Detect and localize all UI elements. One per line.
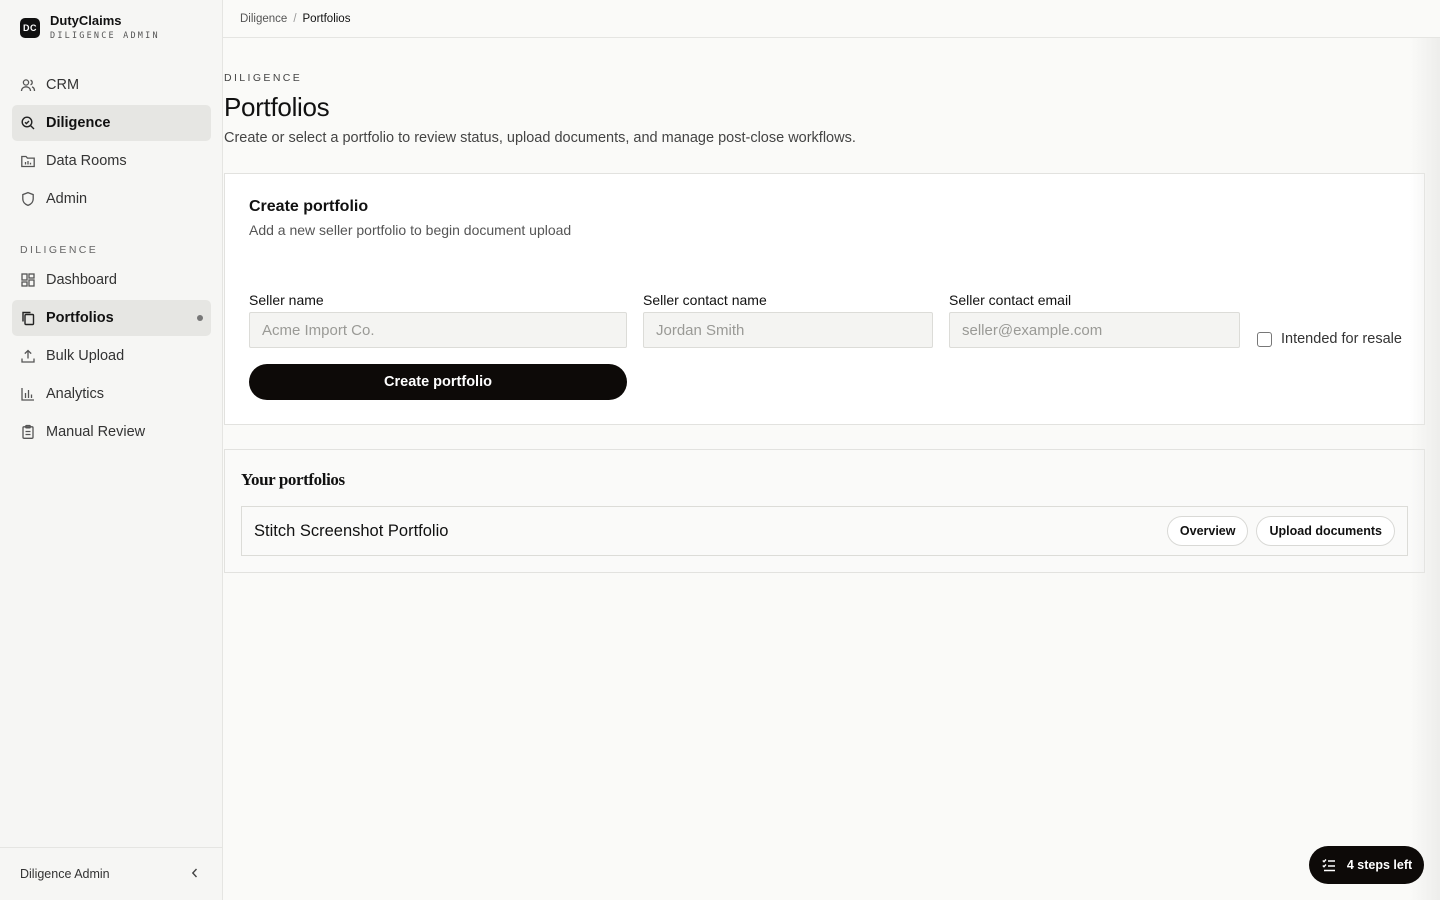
list-item: Stitch Screenshot Portfolio Overview Upl… xyxy=(241,506,1408,556)
sidebar-item-label: Manual Review xyxy=(46,424,146,440)
clipboard-icon xyxy=(20,424,36,440)
seller-contact-email-input[interactable] xyxy=(949,312,1240,348)
breadcrumb-parent-link[interactable]: Diligence xyxy=(240,13,287,25)
steps-left-button[interactable]: 4 steps left xyxy=(1309,846,1424,884)
seller-contact-email-field: Seller contact email xyxy=(949,292,1240,348)
brand[interactable]: DC DutyClaims DILIGENCE ADMIN xyxy=(20,14,160,41)
sidebar-item-data-rooms[interactable]: Data Rooms xyxy=(12,143,211,179)
sidebar-item-label: Diligence xyxy=(46,115,111,131)
page-eyebrow: DILIGENCE xyxy=(224,72,303,84)
bar-chart-icon xyxy=(20,386,36,402)
sidebar-item-portfolios[interactable]: Portfolios xyxy=(12,300,211,336)
folder-chart-icon xyxy=(20,153,36,169)
brand-logo: DC xyxy=(20,17,40,38)
sidebar-item-diligence[interactable]: Diligence xyxy=(12,105,211,141)
create-portfolio-title: Create portfolio xyxy=(249,198,369,215)
checklist-icon xyxy=(1322,859,1335,872)
brand-name: DutyClaims xyxy=(50,13,122,28)
sidebar-item-admin[interactable]: Admin xyxy=(12,181,211,217)
sidebar-item-label: Bulk Upload xyxy=(46,348,125,364)
sidebar-item-label: Data Rooms xyxy=(46,153,127,169)
sidebar-item-crm[interactable]: CRM xyxy=(12,67,211,103)
sidebar-item-analytics[interactable]: Analytics xyxy=(12,376,211,412)
upload-icon xyxy=(20,348,36,364)
brand-subtitle: DILIGENCE ADMIN xyxy=(50,31,160,41)
search-icon xyxy=(20,115,36,131)
seller-name-field: Seller name xyxy=(249,292,627,348)
sidebar-item-label: Portfolios xyxy=(46,310,114,326)
sidebar-item-label: Dashboard xyxy=(46,272,117,288)
users-icon xyxy=(20,77,36,93)
page-title: Portfolios xyxy=(224,92,330,122)
sidebar-footer: Diligence Admin xyxy=(0,847,222,900)
seller-contact-name-input[interactable] xyxy=(643,312,933,348)
sidebar-item-label: Admin xyxy=(46,191,88,207)
seller-contact-name-label: Seller contact name xyxy=(643,292,767,308)
sidebar-item-bulk-upload[interactable]: Bulk Upload xyxy=(12,338,211,374)
upload-documents-button[interactable]: Upload documents xyxy=(1256,516,1395,546)
intended-for-resale-option[interactable]: Intended for resale xyxy=(1257,331,1402,347)
steps-left-label: 4 steps left xyxy=(1346,858,1413,872)
copy-icon xyxy=(20,310,36,326)
primary-nav: CRM Diligence Data Rooms Admin xyxy=(12,67,211,219)
intended-for-resale-checkbox[interactable] xyxy=(1257,331,1272,347)
create-portfolio-subtitle: Add a new seller portfolio to begin docu… xyxy=(249,222,572,238)
breadcrumb-current: Portfolios xyxy=(302,12,351,25)
your-portfolios-card: Your portfolios Stitch Screenshot Portfo… xyxy=(224,449,1425,573)
create-portfolio-button[interactable]: Create portfolio xyxy=(249,364,627,400)
sidebar-item-dashboard[interactable]: Dashboard xyxy=(12,262,211,298)
overview-button[interactable]: Overview xyxy=(1166,516,1249,546)
intended-for-resale-label: Intended for resale xyxy=(1281,331,1402,347)
your-portfolios-title: Your portfolios xyxy=(241,470,345,489)
shield-icon xyxy=(20,191,36,207)
seller-contact-email-label: Seller contact email xyxy=(949,292,1072,308)
collapse-sidebar-button[interactable] xyxy=(188,866,202,883)
sidebar-item-label: CRM xyxy=(46,77,80,93)
sidebar-item-manual-review[interactable]: Manual Review xyxy=(12,414,211,450)
page-description: Create or select a portfolio to review s… xyxy=(224,130,856,146)
sidebar: DC DutyClaims DILIGENCE ADMIN CRM Dilige… xyxy=(0,0,223,900)
portfolio-name: Stitch Screenshot Portfolio xyxy=(254,521,449,540)
grid-icon xyxy=(20,272,36,288)
sidebar-item-label: Analytics xyxy=(46,386,105,402)
current-user-label: Diligence Admin xyxy=(20,867,110,881)
breadcrumb: Diligence / Portfolios xyxy=(223,0,1440,38)
create-portfolio-card: Create portfolio Add a new seller portfo… xyxy=(224,173,1425,425)
seller-name-label: Seller name xyxy=(249,292,324,308)
section-nav: Dashboard Portfolios Bulk Upload Analyti… xyxy=(12,262,211,452)
active-indicator-dot xyxy=(197,315,203,321)
sidebar-section-label: DILIGENCE xyxy=(20,244,99,256)
chevron-left-icon xyxy=(191,868,198,877)
seller-contact-name-field: Seller contact name xyxy=(643,292,933,348)
breadcrumb-separator: / xyxy=(293,12,297,25)
seller-name-input[interactable] xyxy=(249,312,627,348)
